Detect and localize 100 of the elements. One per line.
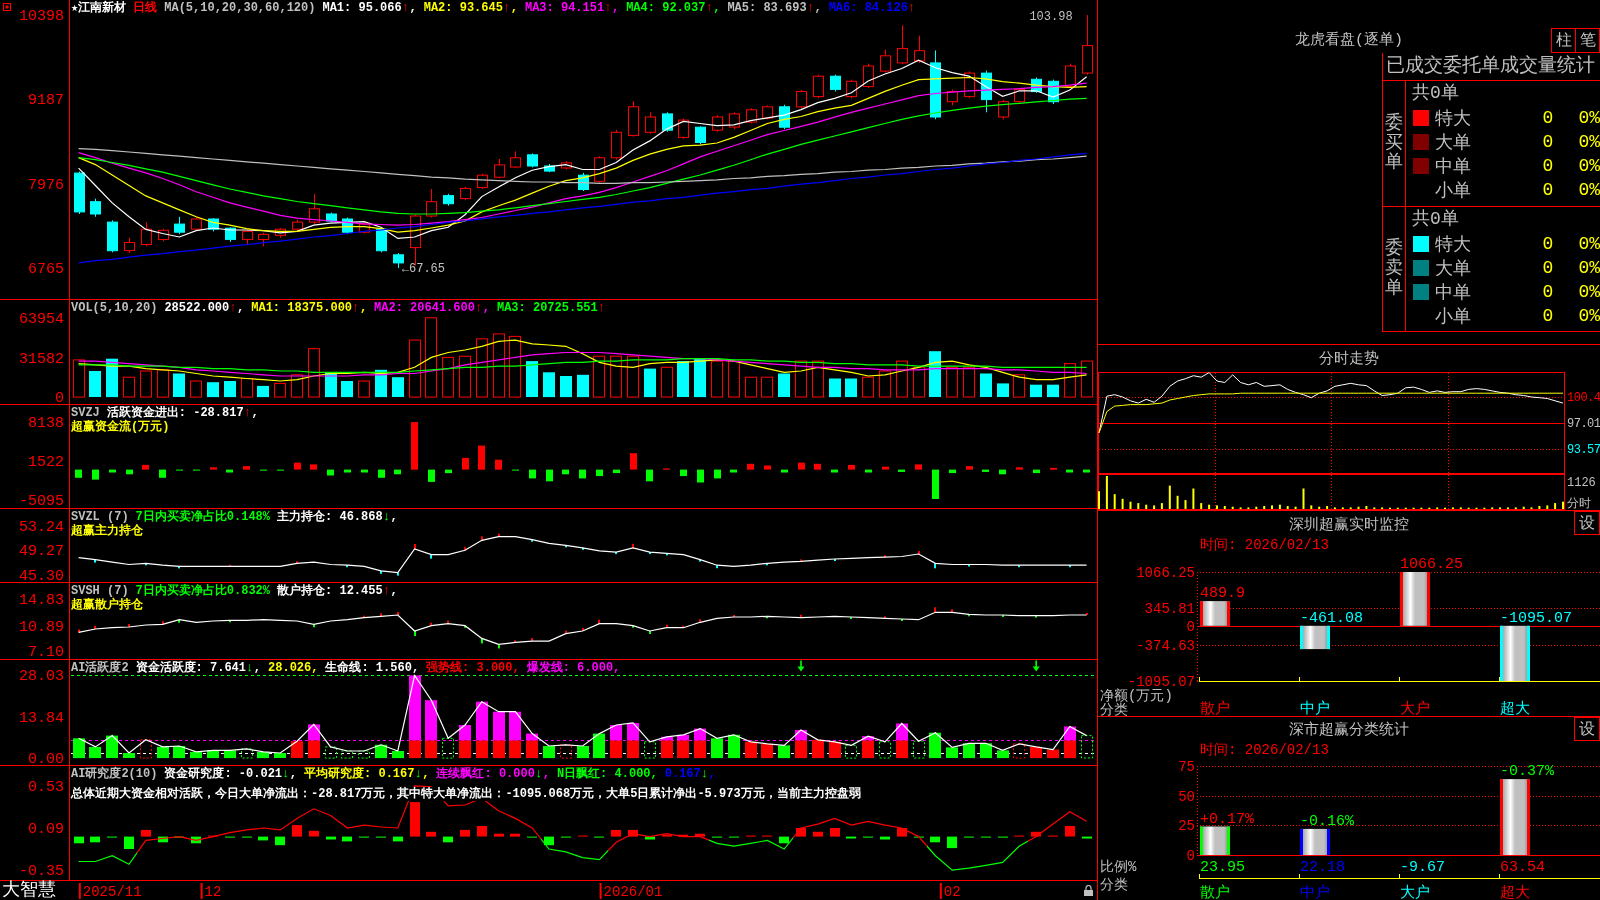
- date-label: 2026/01: [599, 883, 663, 900]
- trend-arrow: ↓: [282, 767, 290, 781]
- x-tick-label: 12: [204, 884, 222, 900]
- legend-text: 爆发线: 6.000,: [526, 661, 621, 675]
- chart-subtitle: 总体近期大资金相对活跃，今日大单净流出：-28.817万元，其中特大单净流出：-1095.068万元，大单5日累计净出-5.973万元，当前主力控盘弱: [71, 787, 861, 801]
- chart-subtitle: 超赢资金流(万元): [71, 420, 170, 434]
- axis-tick-label: 28.03: [19, 668, 64, 686]
- price-annotation: ←67.65: [401, 262, 445, 276]
- trend-arrow: ↓: [414, 767, 423, 781]
- legend-text: SVSH (7): [71, 584, 129, 598]
- legend-text: MA5: 83.693: [727, 1, 807, 15]
- legend-text: 资金活跃度: 7.641: [135, 661, 247, 675]
- legend-text: ,: [510, 1, 518, 15]
- trend-arrow: ↑: [907, 1, 916, 15]
- legend-text: 7日内买卖净占比0.832%: [135, 584, 271, 598]
- axis-tick-label: 8138: [28, 414, 64, 432]
- legend-text: 强势线: 3.000,: [426, 661, 520, 675]
- order-type: 中单: [1435, 156, 1471, 178]
- order-count: 0: [1542, 108, 1554, 128]
- group-label: 委卖单: [1385, 239, 1403, 299]
- legend-text: ,: [713, 1, 721, 15]
- axis-tick-label: 97.01: [1567, 416, 1600, 431]
- axis-tick-label: 1522: [28, 453, 64, 471]
- axis-tick-label: -0.35: [19, 863, 64, 881]
- order-type: 小单: [1435, 306, 1471, 328]
- section-title: 深市超赢分类统计: [1289, 720, 1409, 739]
- category-label: 散户: [1200, 701, 1230, 716]
- chart-subtitle: 超赢散户持仓: [71, 598, 143, 612]
- axis-tick-label: -1095.07: [1127, 674, 1195, 690]
- value-label: 1066.25: [1400, 556, 1463, 573]
- date-label: 2025/11: [78, 883, 142, 900]
- axis-title: 净额(万元): [1100, 688, 1173, 704]
- legend-text: 7日内买卖净占比0.148%: [135, 510, 271, 524]
- order-share: 0%: [1578, 156, 1600, 176]
- section-title: 分时走势: [1319, 349, 1379, 368]
- axis-tick-label: 93.57: [1567, 443, 1600, 457]
- order-count: 0: [1542, 282, 1554, 302]
- order-type: 特大: [1435, 234, 1471, 256]
- category-label: 散户: [1200, 885, 1230, 900]
- legend-text: MA4: 92.037: [626, 1, 706, 15]
- value-label: 63.54: [1500, 859, 1545, 876]
- order-count: 0: [1542, 156, 1554, 176]
- legend-text: ,: [708, 767, 716, 781]
- legend-text: ,: [289, 767, 298, 781]
- legend-text: MA6: 84.126: [828, 1, 908, 15]
- order-count: 0: [1542, 234, 1554, 254]
- order-type: 小单: [1435, 180, 1471, 202]
- axis-tick-label: 10.89: [19, 618, 64, 636]
- legend-text: MA2: 20641.600: [374, 301, 475, 315]
- category-label: 中户: [1300, 885, 1330, 900]
- legend-text: ,: [237, 301, 245, 315]
- axis-tick-label: 25: [1178, 818, 1195, 835]
- trend-arrow: ↑: [597, 301, 606, 315]
- legend-text: ,: [390, 510, 398, 524]
- order-type: 特大: [1435, 108, 1471, 130]
- order-share: 0%: [1578, 108, 1600, 128]
- order-type: 中单: [1435, 282, 1471, 304]
- legend-text: ,: [359, 301, 368, 315]
- value-label: -9.67: [1400, 859, 1445, 876]
- category-label: 超大: [1500, 701, 1530, 716]
- legend-text: ,: [542, 767, 550, 781]
- axis-tick-label: 7976: [28, 176, 64, 194]
- change-label: +0.17%: [1200, 810, 1254, 828]
- legend-text: 28.026,: [268, 661, 319, 675]
- legend-text: 活跃资金进出: -28.817: [106, 406, 244, 420]
- order-type: 大单: [1435, 132, 1471, 154]
- legend-text: 日线: [133, 1, 158, 15]
- legend-text: SVZJ: [71, 406, 100, 420]
- trend-arrow: ↓: [382, 510, 391, 524]
- legend-text: ★江南新材: [71, 1, 127, 15]
- legend-text: AI研究度2(10): [71, 767, 158, 781]
- trend-arrow: ↑: [352, 301, 360, 315]
- axis-title: 比例%: [1100, 859, 1137, 875]
- axis-tick-label: 14.83: [19, 592, 64, 610]
- legend-text: MA2: 93.645: [423, 1, 503, 15]
- axis-tick-label: 45.30: [19, 568, 64, 582]
- trend-arrow: ↑: [705, 1, 714, 15]
- legend-text: ,: [482, 301, 490, 315]
- axis-tick-label: 49.27: [19, 543, 64, 561]
- category-label: 超大: [1500, 885, 1530, 900]
- legend-text: 平均研究度: 0.167: [304, 767, 415, 781]
- value-label: -1095.07: [1500, 609, 1572, 627]
- legend-text: ,: [814, 1, 822, 15]
- legend-text: N日飘红: 4.000,: [556, 767, 658, 781]
- trend-arrow: ↑: [382, 584, 391, 598]
- change-label: -0.16%: [1300, 812, 1354, 830]
- axis-tick-label: 0.00: [28, 751, 64, 765]
- axis-title: 分类: [1100, 877, 1128, 893]
- scale-label: 1126: [1567, 476, 1596, 490]
- trend-arrow: ↓: [246, 661, 254, 675]
- axis-tick-label: 7.10: [28, 644, 64, 659]
- trend-arrow: ↑: [243, 406, 252, 420]
- legend-text: MA(5,10,20,30,60,120): [164, 1, 316, 15]
- order-total: 共0单: [1411, 82, 1459, 105]
- category-label: 大户: [1400, 701, 1430, 716]
- order-count: 0: [1542, 132, 1554, 152]
- table-title: 已成交委托单成交量统计: [1383, 53, 1600, 81]
- legend-text: 主力持仓: 46.868: [277, 510, 383, 524]
- axis-tick-label: -5095: [19, 492, 64, 508]
- trend-arrow: ↓: [534, 767, 543, 781]
